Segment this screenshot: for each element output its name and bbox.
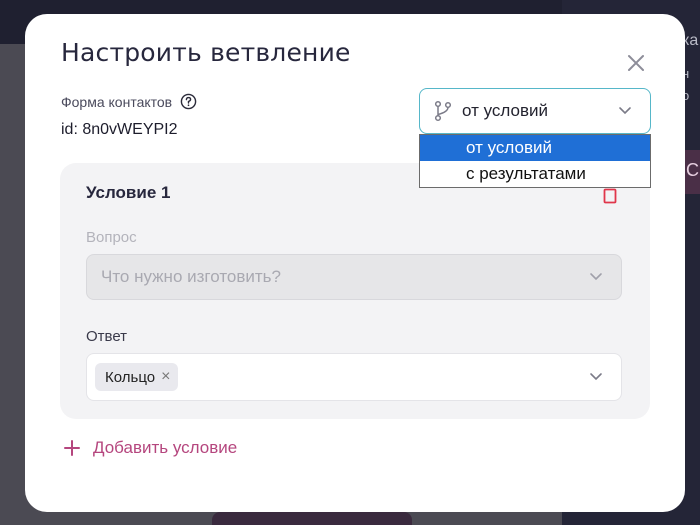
condition-card: Условие 1 Вопрос Что нужно изготовить? О… [60, 163, 650, 419]
form-label: Форма контактов [61, 93, 197, 110]
branch-type-value: от условий [462, 101, 548, 120]
trash-icon[interactable] [602, 186, 618, 204]
chevron-down-icon[interactable] [589, 372, 603, 382]
chevron-down-icon [590, 273, 602, 281]
answer-label: Ответ [86, 328, 128, 345]
question-select: Что нужно изготовить? [86, 254, 622, 300]
add-condition-button[interactable]: Добавить условие [63, 438, 237, 458]
background-bottom-bar [212, 512, 412, 525]
branch-type-select[interactable]: от условий [419, 88, 651, 134]
option-with-results[interactable]: с результатами [420, 161, 650, 187]
modal-title: Настроить ветвление [61, 38, 351, 67]
answer-chip-label: Кольцо [105, 368, 156, 386]
form-label-text: Форма контактов [61, 93, 173, 110]
branching-settings-modal: Настроить ветвление Форма контактов id: … [25, 14, 685, 512]
branch-type-dropdown: от условий с результатами [419, 134, 651, 188]
plus-icon [64, 440, 80, 456]
form-id: id: 8n0vWEYPI2 [61, 121, 178, 139]
option-from-conditions[interactable]: от условий [420, 135, 650, 161]
close-icon[interactable] [625, 52, 647, 74]
chevron-down-icon [619, 107, 631, 115]
question-label: Вопрос [86, 229, 137, 246]
help-icon[interactable] [180, 93, 197, 110]
form-id-prefix: id: [61, 121, 78, 138]
remove-chip-icon[interactable]: × [161, 369, 170, 385]
answer-multiselect[interactable]: Кольцо × [86, 353, 622, 401]
add-condition-label: Добавить условие [93, 438, 238, 457]
answer-chip: Кольцо × [95, 363, 179, 391]
branch-icon [434, 100, 452, 122]
condition-title: Условие 1 [86, 183, 171, 202]
question-placeholder: Что нужно изготовить? [101, 267, 281, 286]
form-id-value: 8n0vWEYPI2 [82, 121, 178, 138]
